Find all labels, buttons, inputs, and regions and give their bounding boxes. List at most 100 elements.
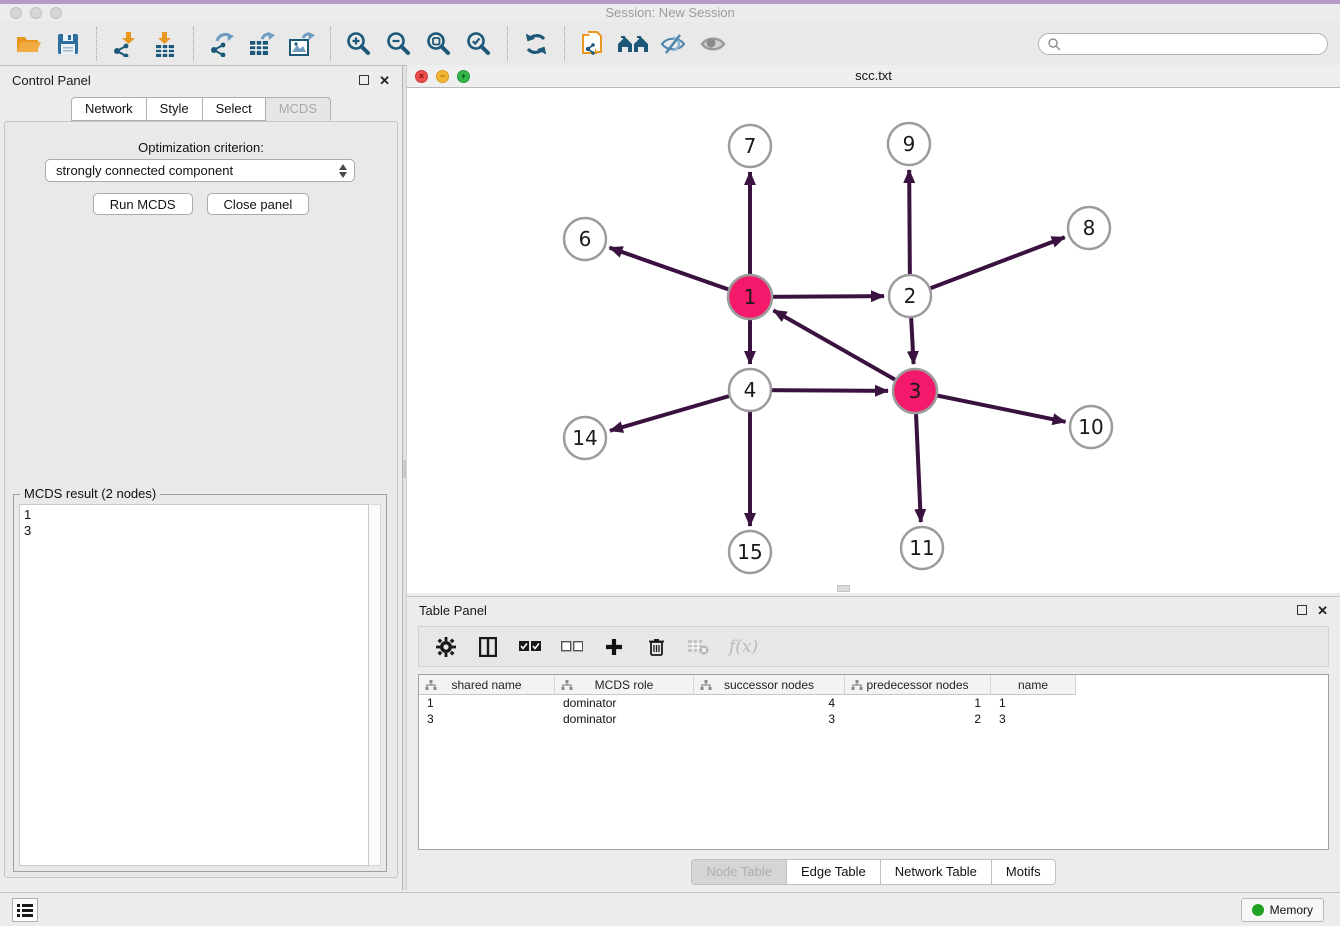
hide-selected-icon[interactable] (653, 25, 693, 63)
column-header-shared-name[interactable]: shared name (419, 675, 555, 695)
network-window: × − + scc.txt 7 9 6 8 1 2 4 3 14 10 15 11 (407, 65, 1340, 593)
column-header-successor-nodes[interactable]: successor nodes (694, 675, 845, 695)
graph-node-label: 2 (904, 284, 917, 308)
close-panel-icon[interactable]: ✕ (379, 74, 390, 87)
memory-label: Memory (1270, 903, 1313, 917)
graph-node-label: 10 (1078, 415, 1103, 439)
tab-select[interactable]: Select (203, 97, 266, 121)
refresh-icon[interactable] (516, 25, 556, 63)
graph-node-1[interactable]: 1 (728, 275, 772, 319)
network-window-title: scc.txt (407, 68, 1340, 83)
delete-table-icon (687, 638, 709, 655)
graph-node-9[interactable]: 9 (888, 123, 930, 165)
open-file-icon[interactable] (8, 25, 48, 63)
tab-node-table[interactable]: Node Table (691, 859, 787, 885)
table-columns-icon[interactable] (477, 637, 499, 657)
duplicate-network-icon[interactable] (573, 25, 613, 63)
graph-node-label: 6 (579, 227, 592, 251)
zoom-selected-icon[interactable] (459, 25, 499, 63)
graph-node-label: 7 (744, 134, 757, 158)
control-panel: Control Panel ✕ Network Style Select MCD… (0, 66, 402, 890)
graph-node-7[interactable]: 7 (729, 125, 771, 167)
titlebar: Session: New Session (0, 4, 1340, 22)
export-table-icon[interactable] (242, 25, 282, 63)
toolbar-separator (507, 27, 508, 61)
tab-network-table[interactable]: Network Table (881, 859, 992, 885)
zoom-in-icon[interactable] (339, 25, 379, 63)
zoom-out-icon[interactable] (379, 25, 419, 63)
float-panel-icon[interactable] (359, 75, 369, 85)
control-panel-title: Control Panel (12, 73, 91, 88)
first-neighbors-icon[interactable] (613, 25, 653, 63)
import-network-icon[interactable] (105, 25, 145, 63)
close-panel-button[interactable]: Close panel (207, 193, 310, 215)
criterion-select[interactable]: strongly connected component (45, 159, 355, 182)
deselect-all-columns-icon[interactable] (561, 641, 583, 652)
mcds-tab-content: Optimization criterion: strongly connect… (4, 121, 398, 878)
graph-node-label: 1 (744, 285, 757, 309)
attribute-icon (561, 680, 573, 691)
tab-network[interactable]: Network (71, 97, 147, 121)
graph-edge-2-8[interactable] (910, 237, 1065, 296)
table-toolbar: f(x) (418, 626, 1329, 667)
table-panel-title: Table Panel (419, 603, 487, 618)
task-history-button[interactable] (12, 898, 38, 922)
function-builder-icon: f(x) (729, 637, 758, 657)
status-bar: Memory (0, 892, 1340, 926)
tab-edge-table[interactable]: Edge Table (787, 859, 881, 885)
toolbar-separator (193, 27, 194, 61)
graph-node-label: 3 (909, 379, 922, 403)
attribute-icon (700, 680, 712, 691)
show-all-icon[interactable] (693, 25, 733, 63)
graph-node-6[interactable]: 6 (564, 218, 606, 260)
network-graph[interactable]: 7 9 6 8 1 2 4 3 14 10 15 11 (407, 88, 1340, 593)
add-column-icon[interactable] (603, 638, 625, 656)
search-icon (1047, 37, 1061, 51)
graph-edge-3-1[interactable] (773, 310, 915, 391)
control-panel-tabs: Network Style Select MCDS (0, 97, 402, 121)
attribute-icon (425, 680, 437, 691)
optimization-criterion-label: Optimization criterion: (5, 140, 397, 155)
toolbar-separator (564, 27, 565, 61)
column-header-predecessor-nodes[interactable]: predecessor nodes (845, 675, 991, 695)
search-input[interactable] (1038, 33, 1328, 55)
graph-node-2[interactable]: 2 (889, 275, 931, 317)
select-all-columns-icon[interactable] (519, 641, 541, 652)
network-canvas[interactable]: 7 9 6 8 1 2 4 3 14 10 15 11 (407, 88, 1340, 593)
graph-node-15[interactable]: 15 (729, 531, 771, 573)
import-table-icon[interactable] (145, 25, 185, 63)
table-row[interactable]: 3 dominator 3 2 3 (419, 711, 1328, 727)
horizontal-splitter-grip[interactable] (837, 585, 850, 592)
network-window-titlebar[interactable]: × − + scc.txt (407, 65, 1340, 88)
zoom-fit-icon[interactable] (419, 25, 459, 63)
column-header-mcds-role[interactable]: MCDS role (555, 675, 694, 695)
table-settings-icon[interactable] (435, 637, 457, 657)
graph-node-10[interactable]: 10 (1070, 406, 1112, 448)
table-header-row: shared name MCDS role successor nodes pr… (419, 675, 1328, 695)
tab-motifs[interactable]: Motifs (992, 859, 1056, 885)
memory-button[interactable]: Memory (1241, 898, 1324, 922)
export-image-icon[interactable] (282, 25, 322, 63)
graph-node-14[interactable]: 14 (564, 417, 606, 459)
export-network-icon[interactable] (202, 25, 242, 63)
float-table-panel-icon[interactable] (1297, 605, 1307, 615)
table-row[interactable]: 1 dominator 4 1 1 (419, 695, 1328, 711)
node-table[interactable]: shared name MCDS role successor nodes pr… (418, 674, 1329, 850)
mcds-result-group: MCDS result (2 nodes) 13 (13, 494, 387, 872)
graph-node-4[interactable]: 4 (729, 369, 771, 411)
tab-style[interactable]: Style (147, 97, 203, 121)
select-stepper-icon (339, 164, 347, 178)
close-table-panel-icon[interactable]: ✕ (1317, 604, 1328, 617)
run-mcds-button[interactable]: Run MCDS (93, 193, 193, 215)
mcds-result-list[interactable]: 13 (19, 504, 369, 866)
tab-mcds[interactable]: MCDS (266, 97, 331, 121)
delete-column-icon[interactable] (645, 637, 667, 657)
criterion-selected-value: strongly connected component (56, 163, 233, 178)
graph-node-3[interactable]: 3 (893, 369, 937, 413)
result-scrollbar[interactable] (369, 504, 381, 866)
save-session-icon[interactable] (48, 25, 88, 63)
main-toolbar (0, 22, 1340, 66)
graph-node-8[interactable]: 8 (1068, 207, 1110, 249)
graph-node-11[interactable]: 11 (901, 527, 943, 569)
column-header-name[interactable]: name (991, 675, 1076, 695)
